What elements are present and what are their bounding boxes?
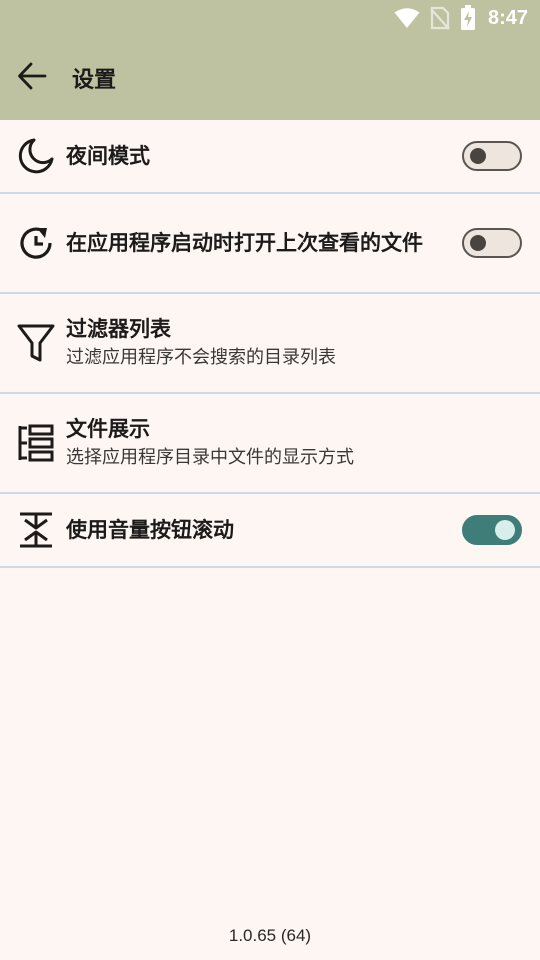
status-time: 8:47 — [487, 6, 528, 29]
settings-screen: 8:47 设置 夜间模式 在应用程序启动时打开上次查看的文件 过滤器列表 过滤应… — [0, 0, 540, 960]
setting-volume-scroll[interactable]: 使用音量按钮滚动 — [0, 494, 540, 568]
history-icon — [16, 223, 56, 263]
back-button[interactable] — [4, 50, 60, 106]
wifi-icon — [394, 7, 420, 29]
setting-text: 使用音量按钮滚动 — [66, 517, 450, 544]
app-bar: 设置 — [0, 36, 540, 120]
moon-icon — [16, 136, 56, 176]
setting-subtitle: 过滤应用程序不会搜索的目录列表 — [66, 347, 336, 368]
setting-night-mode[interactable]: 夜间模式 — [0, 120, 540, 194]
setting-filter-list[interactable]: 过滤器列表 过滤应用程序不会搜索的目录列表 — [0, 294, 540, 394]
setting-title: 夜间模式 — [66, 143, 150, 168]
toggle-knob — [470, 235, 486, 251]
toggle-knob — [470, 148, 486, 164]
setting-title: 使用音量按钮滚动 — [66, 517, 234, 542]
setting-file-display[interactable]: 文件展示 选择应用程序目录中文件的显示方式 — [0, 394, 540, 494]
settings-list: 夜间模式 在应用程序启动时打开上次查看的文件 过滤器列表 过滤应用程序不会搜索的… — [0, 120, 540, 568]
no-sim-icon — [430, 6, 450, 30]
setting-text: 过滤器列表 过滤应用程序不会搜索的目录列表 — [66, 316, 450, 370]
setting-title: 文件展示 — [66, 417, 150, 441]
list-view-icon — [16, 423, 56, 463]
header: 8:47 设置 — [0, 0, 540, 120]
status-bar: 8:47 — [0, 0, 540, 36]
arrow-left-icon — [16, 60, 48, 96]
battery-charging-icon — [460, 5, 476, 31]
status-icons: 8:47 — [394, 5, 528, 31]
setting-title: 过滤器列表 — [66, 317, 171, 341]
open-last-file-toggle[interactable] — [462, 228, 522, 258]
toggle-knob — [495, 520, 515, 540]
filter-icon — [16, 323, 56, 363]
setting-text: 夜间模式 — [66, 143, 450, 170]
volume-scroll-toggle[interactable] — [462, 515, 522, 545]
night-mode-toggle[interactable] — [462, 141, 522, 171]
setting-text: 文件展示 选择应用程序目录中文件的显示方式 — [66, 416, 450, 470]
setting-text: 在应用程序启动时打开上次查看的文件 — [66, 230, 450, 257]
app-version: 1.0.65 (64) — [228, 926, 312, 945]
setting-title: 在应用程序启动时打开上次查看的文件 — [66, 230, 423, 255]
setting-subtitle: 选择应用程序目录中文件的显示方式 — [66, 447, 354, 468]
volume-scroll-icon — [16, 510, 56, 550]
page-title: 设置 — [72, 68, 117, 93]
setting-open-last-file[interactable]: 在应用程序启动时打开上次查看的文件 — [0, 194, 540, 294]
